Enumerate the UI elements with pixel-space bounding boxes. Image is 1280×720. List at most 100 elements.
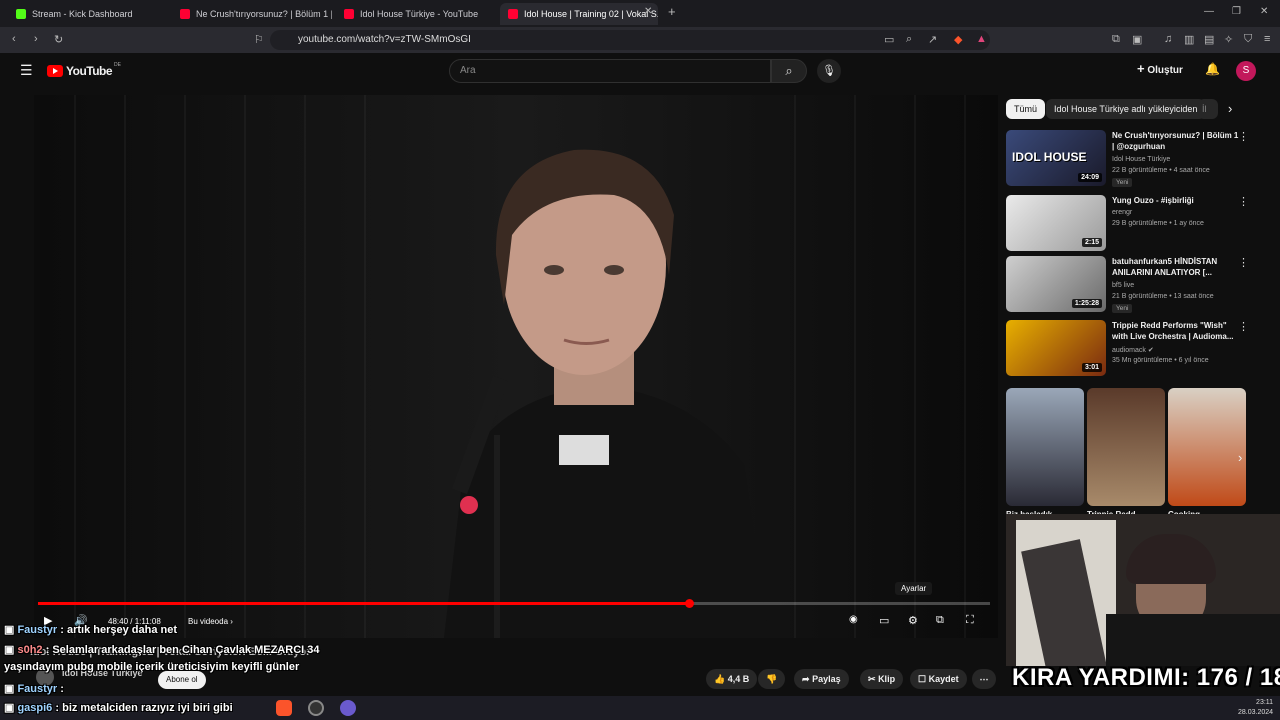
wallet-icon[interactable]: ▣ xyxy=(1132,33,1142,46)
reload-icon[interactable]: ↻ xyxy=(54,33,63,46)
miniplayer-icon[interactable]: ⧉ xyxy=(936,614,944,627)
video-meta: 29 B görüntüleme • 1 ay önce xyxy=(1112,220,1204,227)
recommendation-item[interactable]: 2:15 Yung Ouzo - #işbirliği erengr 29 B … xyxy=(1006,195,1249,253)
maximize-icon[interactable]: ❐ xyxy=(1232,6,1241,17)
settings-tooltip: Ayarlar xyxy=(895,582,933,595)
avatar[interactable]: S xyxy=(1236,61,1256,81)
tab-label: Idol House | Training 02 | Vokal S... xyxy=(524,9,658,19)
save-button[interactable]: ☐ Kaydet xyxy=(910,669,967,689)
brave-taskbar-icon[interactable] xyxy=(276,700,292,716)
clock-time: 23:11 xyxy=(1256,699,1274,706)
video-meta: 22 B görüntüleme • 4 saat önce xyxy=(1112,167,1210,174)
back-icon[interactable]: ‹ xyxy=(12,33,16,45)
channel-name[interactable]: erengr xyxy=(1112,209,1132,216)
logo-text: YouTube xyxy=(66,64,113,78)
chip-more[interactable]: İl xyxy=(1198,99,1218,119)
region-code: DE xyxy=(114,62,121,68)
bookmark-icon[interactable]: ⚐ xyxy=(254,33,264,46)
channel-name[interactable]: bf5 live xyxy=(1112,282,1134,289)
youtube-icon xyxy=(508,9,518,19)
close-tab-icon[interactable]: ✕ xyxy=(644,6,652,17)
like-count: 4,4 B xyxy=(727,674,750,684)
dislike-button[interactable]: 👎 xyxy=(758,669,786,689)
youtube-logo[interactable]: YouTube DE xyxy=(47,62,121,78)
more-actions-icon[interactable]: ⋮ xyxy=(1238,195,1249,208)
short-thumbnail[interactable] xyxy=(1087,388,1165,506)
video-thumbnail[interactable]: IDOL HOUSE 24:09 xyxy=(1006,130,1106,186)
short-thumbnail[interactable] xyxy=(1006,388,1084,506)
sidebar-icon[interactable]: ▥ xyxy=(1184,33,1194,46)
search-input[interactable]: Ara xyxy=(449,59,771,83)
share-icon[interactable]: ↗ xyxy=(928,33,937,46)
menu-icon[interactable]: ≡ xyxy=(1264,33,1270,45)
vpn-icon[interactable]: ⛉ xyxy=(1244,33,1252,46)
tab-idol-house-training[interactable]: Idol House | Training 02 | Vokal S... xyxy=(500,3,658,25)
progress-fill xyxy=(38,602,690,605)
shorts-next-icon[interactable]: › xyxy=(1238,450,1242,465)
video-title[interactable]: Ne Crush'tırıyorsunuz? | Bölüm 1 | @ozgu… xyxy=(1112,130,1242,152)
short-thumbnail[interactable] xyxy=(1168,388,1246,506)
youtube-icon xyxy=(344,9,354,19)
wallet2-icon[interactable]: ▤ xyxy=(1204,33,1214,46)
video-title[interactable]: Trippie Redd Performs "Wish" with Live O… xyxy=(1112,320,1242,342)
brave-shield-icon[interactable]: ◆ xyxy=(954,33,962,46)
duration-badge: 24:09 xyxy=(1078,173,1102,182)
clip-button[interactable]: ✂ Klip xyxy=(860,669,904,689)
chips-next-icon[interactable]: › xyxy=(1228,101,1232,116)
leo-icon[interactable]: ✧ xyxy=(1224,33,1233,46)
video-thumbnail[interactable]: 3:01 xyxy=(1006,320,1106,376)
fullscreen-icon[interactable]: ⛶ xyxy=(966,614,974,627)
webcam-overlay xyxy=(1006,514,1280,666)
subscribe-button[interactable]: Abone ol xyxy=(158,671,206,689)
video-player[interactable] xyxy=(34,95,998,638)
tab-kick-dashboard[interactable]: Stream - Kick Dashboard xyxy=(8,3,168,25)
recommendation-item[interactable]: 3:01 Trippie Redd Performs "Wish" with L… xyxy=(1006,320,1249,378)
brave-rewards-icon[interactable]: ▲ xyxy=(976,33,987,45)
zoom-icon[interactable]: ⌕ xyxy=(906,33,912,46)
settings-gear-icon[interactable]: ⚙ xyxy=(908,614,918,627)
address-bar[interactable]: youtube.com/watch?v=zTW-SMmOsGI xyxy=(270,30,990,50)
video-title[interactable]: Yung Ouzo - #işbirliği xyxy=(1112,195,1242,206)
tab-idol-house-channel[interactable]: Idol House Türkiye - YouTube xyxy=(336,3,496,25)
chapter-button[interactable]: Bu videoda › xyxy=(188,617,233,626)
more-actions-icon[interactable]: ⋮ xyxy=(1238,320,1249,333)
autoplay-toggle[interactable]: ◉ xyxy=(849,614,858,625)
like-button[interactable]: 👍 4,4 B xyxy=(706,669,758,689)
badge-icon: ▣ xyxy=(4,624,18,636)
notifications-bell-icon[interactable]: 🔔 xyxy=(1205,62,1220,76)
video-thumbnail[interactable]: 2:15 xyxy=(1006,195,1106,251)
chip-all[interactable]: Tümü xyxy=(1006,99,1046,119)
cast-icon[interactable]: ▭ xyxy=(884,33,894,46)
video-title[interactable]: batuhanfurkan5 HİNDİSTAN ANILARINI ANLAT… xyxy=(1112,256,1242,278)
recommendation-item[interactable]: IDOL HOUSE 24:09 Ne Crush'tırıyorsunuz? … xyxy=(1006,130,1249,188)
recommendation-item[interactable]: 1:25:28 batuhanfurkan5 HİNDİSTAN ANILARI… xyxy=(1006,256,1249,314)
search-button[interactable]: ⌕ xyxy=(771,59,807,83)
app-taskbar-icon[interactable] xyxy=(340,700,356,716)
create-button[interactable]: + Oluştur xyxy=(1137,61,1183,76)
more-actions-icon[interactable]: ⋮ xyxy=(1238,130,1249,143)
obs-taskbar-icon[interactable] xyxy=(308,700,324,716)
kick-icon xyxy=(16,9,26,19)
share-button[interactable]: ➦ Paylaş xyxy=(794,669,849,689)
chip-from-uploader[interactable]: Idol House Türkiye adlı yükleyiciden xyxy=(1046,99,1206,119)
share-label: Paylaş xyxy=(812,674,841,684)
window-close-icon[interactable]: ✕ xyxy=(1260,6,1268,17)
voice-search-icon[interactable]: 🎙 xyxy=(817,59,841,83)
channel-name[interactable]: audiomack ✔ xyxy=(1112,346,1154,354)
channel-name[interactable]: Idol House Türkiye xyxy=(1112,156,1170,163)
minimize-icon[interactable]: — xyxy=(1204,6,1214,17)
new-badge: Yeni xyxy=(1112,178,1133,187)
hamburger-menu-icon[interactable]: ☰ xyxy=(20,62,33,79)
more-actions-icon[interactable]: ⋮ xyxy=(1238,256,1249,269)
tab-crush-video[interactable]: Ne Crush'tırıyorsunuz? | Bölüm 1 | @... xyxy=(172,3,332,25)
progress-bar[interactable] xyxy=(38,599,990,608)
clip-label: Klip xyxy=(878,674,896,684)
duration-badge: 2:15 xyxy=(1081,238,1102,247)
more-actions-button[interactable]: ⋯ xyxy=(972,669,996,689)
new-tab-icon[interactable]: + xyxy=(668,4,676,19)
extensions-icon[interactable]: ⧉ xyxy=(1112,33,1120,46)
forward-icon[interactable]: › xyxy=(34,33,38,45)
music-icon[interactable]: ♫ xyxy=(1164,33,1172,45)
video-thumbnail[interactable]: 1:25:28 xyxy=(1006,256,1106,312)
subtitles-icon[interactable]: ▭ xyxy=(879,614,889,627)
